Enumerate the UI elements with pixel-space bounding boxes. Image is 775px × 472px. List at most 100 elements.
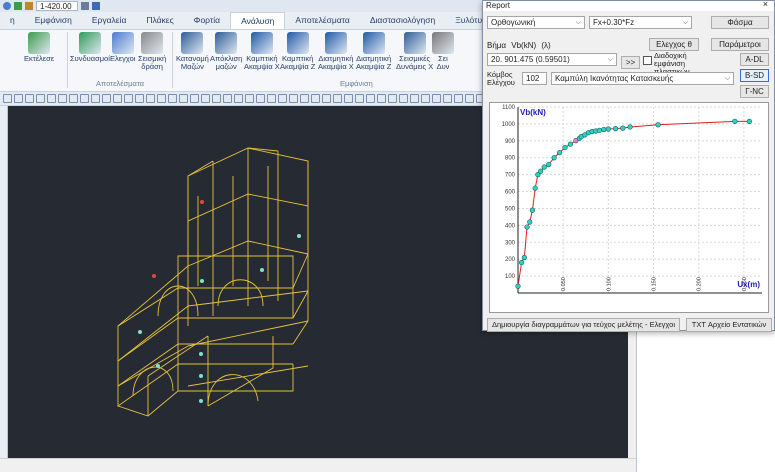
- toolbar-tool-icon[interactable]: [179, 94, 188, 103]
- ribbon-button-5[interactable]: Απόκλιση μαζών: [210, 32, 242, 71]
- toolbar-tool-icon[interactable]: [366, 94, 375, 103]
- toolbar-tool-icon[interactable]: [157, 94, 166, 103]
- toolbar-tool-icon[interactable]: [300, 94, 309, 103]
- toolbar-tool-icon[interactable]: [388, 94, 397, 103]
- save-icon[interactable]: [92, 2, 100, 10]
- b-sd-button[interactable]: B-SD: [740, 69, 769, 82]
- ribbon-button-1[interactable]: Συνδυασμοί: [70, 32, 110, 63]
- ribbon-button-8[interactable]: Διατμητική Ακαμψία X: [318, 32, 354, 71]
- toolbar-tool-icon[interactable]: [399, 94, 408, 103]
- toolbar-tool-icon[interactable]: [355, 94, 364, 103]
- toolbar-tool-icon[interactable]: [454, 94, 463, 103]
- toolbar-tool-icon[interactable]: [124, 94, 133, 103]
- analysis-type-combo[interactable]: Ορθογωνική ⌵: [487, 16, 585, 29]
- next-step-button[interactable]: >>: [621, 56, 640, 69]
- toolbar-tool-icon[interactable]: [36, 94, 45, 103]
- ribbon-button-label: Εκτέλεσε: [24, 54, 55, 63]
- ribbon-icon: [286, 32, 309, 54]
- viewport-horizontal-scrollbar[interactable]: [0, 458, 636, 472]
- check-theta-button[interactable]: Ελεγχος θ: [649, 38, 699, 51]
- toolbar-tool-icon[interactable]: [443, 94, 452, 103]
- toolbar-tool-icon[interactable]: [432, 94, 441, 103]
- toolbar-tool-icon[interactable]: [201, 94, 210, 103]
- toolbar-tool-icon[interactable]: [212, 94, 221, 103]
- report-dialog: Report × Ορθογωνική ⌵ Fx+0.30*Fz ⌵ Φάσμα…: [482, 0, 775, 332]
- toolbar-tool-icon[interactable]: [47, 94, 56, 103]
- group-label-view: Εμφάνιση: [340, 79, 373, 88]
- tab-7[interactable]: Διαστασιολόγηση: [360, 12, 445, 29]
- toolbar-tool-icon[interactable]: [135, 94, 144, 103]
- toolbar-tool-icon[interactable]: [91, 94, 100, 103]
- toolbar-tool-icon[interactable]: [168, 94, 177, 103]
- scale-input[interactable]: 1-420.00: [36, 1, 78, 11]
- close-icon[interactable]: ×: [763, 0, 768, 9]
- ribbon-button-7[interactable]: Καμπτική Ακαμψία Z: [280, 32, 315, 71]
- ribbon-button-0[interactable]: Εκτέλεσε: [24, 32, 54, 63]
- a-dl-button[interactable]: A-DL: [740, 53, 769, 66]
- parameters-button[interactable]: Παράμετροι: [711, 38, 769, 51]
- node-input[interactable]: 102: [522, 72, 547, 85]
- ribbon-button-2[interactable]: Ελεγχοι: [110, 32, 135, 63]
- toolbar-tool-icon[interactable]: [465, 94, 474, 103]
- toolbar-tool-icon[interactable]: [267, 94, 276, 103]
- toolbar-tool-icon[interactable]: [190, 94, 199, 103]
- binoculars-icon[interactable]: [81, 2, 89, 10]
- tab-5[interactable]: Ανάλυση: [230, 12, 286, 29]
- spectrum-button[interactable]: Φάσμα: [711, 16, 769, 29]
- toolbar-tool-icon[interactable]: [3, 94, 12, 103]
- create-diagrams-button[interactable]: Δημιουργία διαγραμμάτων για τεύχος μελέτ…: [487, 318, 680, 332]
- frame-wireframe: [117, 147, 309, 417]
- ribbon-button-3[interactable]: Σεισμική δράση: [138, 32, 166, 71]
- progressive-checkbox[interactable]: [643, 56, 652, 65]
- tab-1[interactable]: Εμφάνιση: [25, 12, 82, 29]
- toolbar-tool-icon[interactable]: [234, 94, 243, 103]
- step-value: 20. 901.475 (0.59501): [491, 55, 570, 64]
- ribbon-button-4[interactable]: Κατανομή Μαζών: [176, 32, 209, 71]
- tab-2[interactable]: Εργαλεία: [82, 12, 137, 29]
- toolbar-tool-icon[interactable]: [245, 94, 254, 103]
- ribbon-button-label: Διατμητική Ακαμψία Z: [356, 54, 392, 71]
- toolbar-tool-icon[interactable]: [58, 94, 67, 103]
- ribbon-button-label: Καμπτική Ακαμψία Z: [280, 54, 316, 71]
- curve-point: [596, 127, 602, 133]
- toolbar-tool-icon[interactable]: [14, 94, 23, 103]
- y-tick-label: 500: [505, 206, 516, 212]
- g-nc-button[interactable]: Γ-NC: [740, 85, 769, 98]
- ribbon-button-11[interactable]: Σει Δυν: [432, 32, 454, 71]
- ribbon-button-6[interactable]: Καμπτική Ακαμψία X: [244, 32, 280, 71]
- toolbar-tool-icon[interactable]: [344, 94, 353, 103]
- analysis-type-value: Ορθογωνική: [491, 18, 536, 27]
- tab-4[interactable]: Φορτία: [184, 12, 230, 29]
- toolbar-tool-icon[interactable]: [80, 94, 89, 103]
- toolbar-tool-icon[interactable]: [102, 94, 111, 103]
- ribbon-button-10[interactable]: Σεισμικές Δυνάμεις X: [396, 32, 433, 71]
- toolbar-tool-icon[interactable]: [278, 94, 287, 103]
- load-case-combo[interactable]: Fx+0.30*Fz ⌵: [589, 16, 692, 29]
- toolbar-tool-icon[interactable]: [289, 94, 298, 103]
- tab-0[interactable]: η: [0, 12, 25, 29]
- toolbar-tool-icon[interactable]: [410, 94, 419, 103]
- step-combo[interactable]: 20. 901.475 (0.59501) ⌵: [487, 53, 617, 66]
- toolbar-tool-icon[interactable]: [223, 94, 232, 103]
- add-icon[interactable]: [14, 2, 22, 10]
- ribbon-button-9[interactable]: Διατμητική Ακαμψία Z: [356, 32, 391, 71]
- toolbar-tool-icon[interactable]: [333, 94, 342, 103]
- curve-point: [515, 283, 521, 289]
- lambda-label: (λ): [541, 41, 551, 50]
- toolbar-tool-icon[interactable]: [25, 94, 34, 103]
- tab-3[interactable]: Πλάκες: [136, 12, 183, 29]
- curve-type-combo[interactable]: Καμπύλη Ικανότητας Κατασκευής ⌵: [551, 72, 734, 85]
- toolbar-tool-icon[interactable]: [311, 94, 320, 103]
- toolbar-tool-icon[interactable]: [377, 94, 386, 103]
- curve-point: [527, 219, 533, 225]
- toolbar-tool-icon[interactable]: [256, 94, 265, 103]
- toolbar-tool-icon[interactable]: [322, 94, 331, 103]
- toolbar-tool-icon[interactable]: [113, 94, 122, 103]
- toolbar-tool-icon[interactable]: [421, 94, 430, 103]
- tab-6[interactable]: Αποτελέσματα: [285, 12, 359, 29]
- toolbar-tool-icon[interactable]: [69, 94, 78, 103]
- toolbar-tool-icon[interactable]: [146, 94, 155, 103]
- undo-icon[interactable]: [3, 2, 11, 10]
- txt-file-button[interactable]: TXT Αρχείο Εντατικών: [686, 318, 772, 332]
- curve-point: [546, 161, 552, 168]
